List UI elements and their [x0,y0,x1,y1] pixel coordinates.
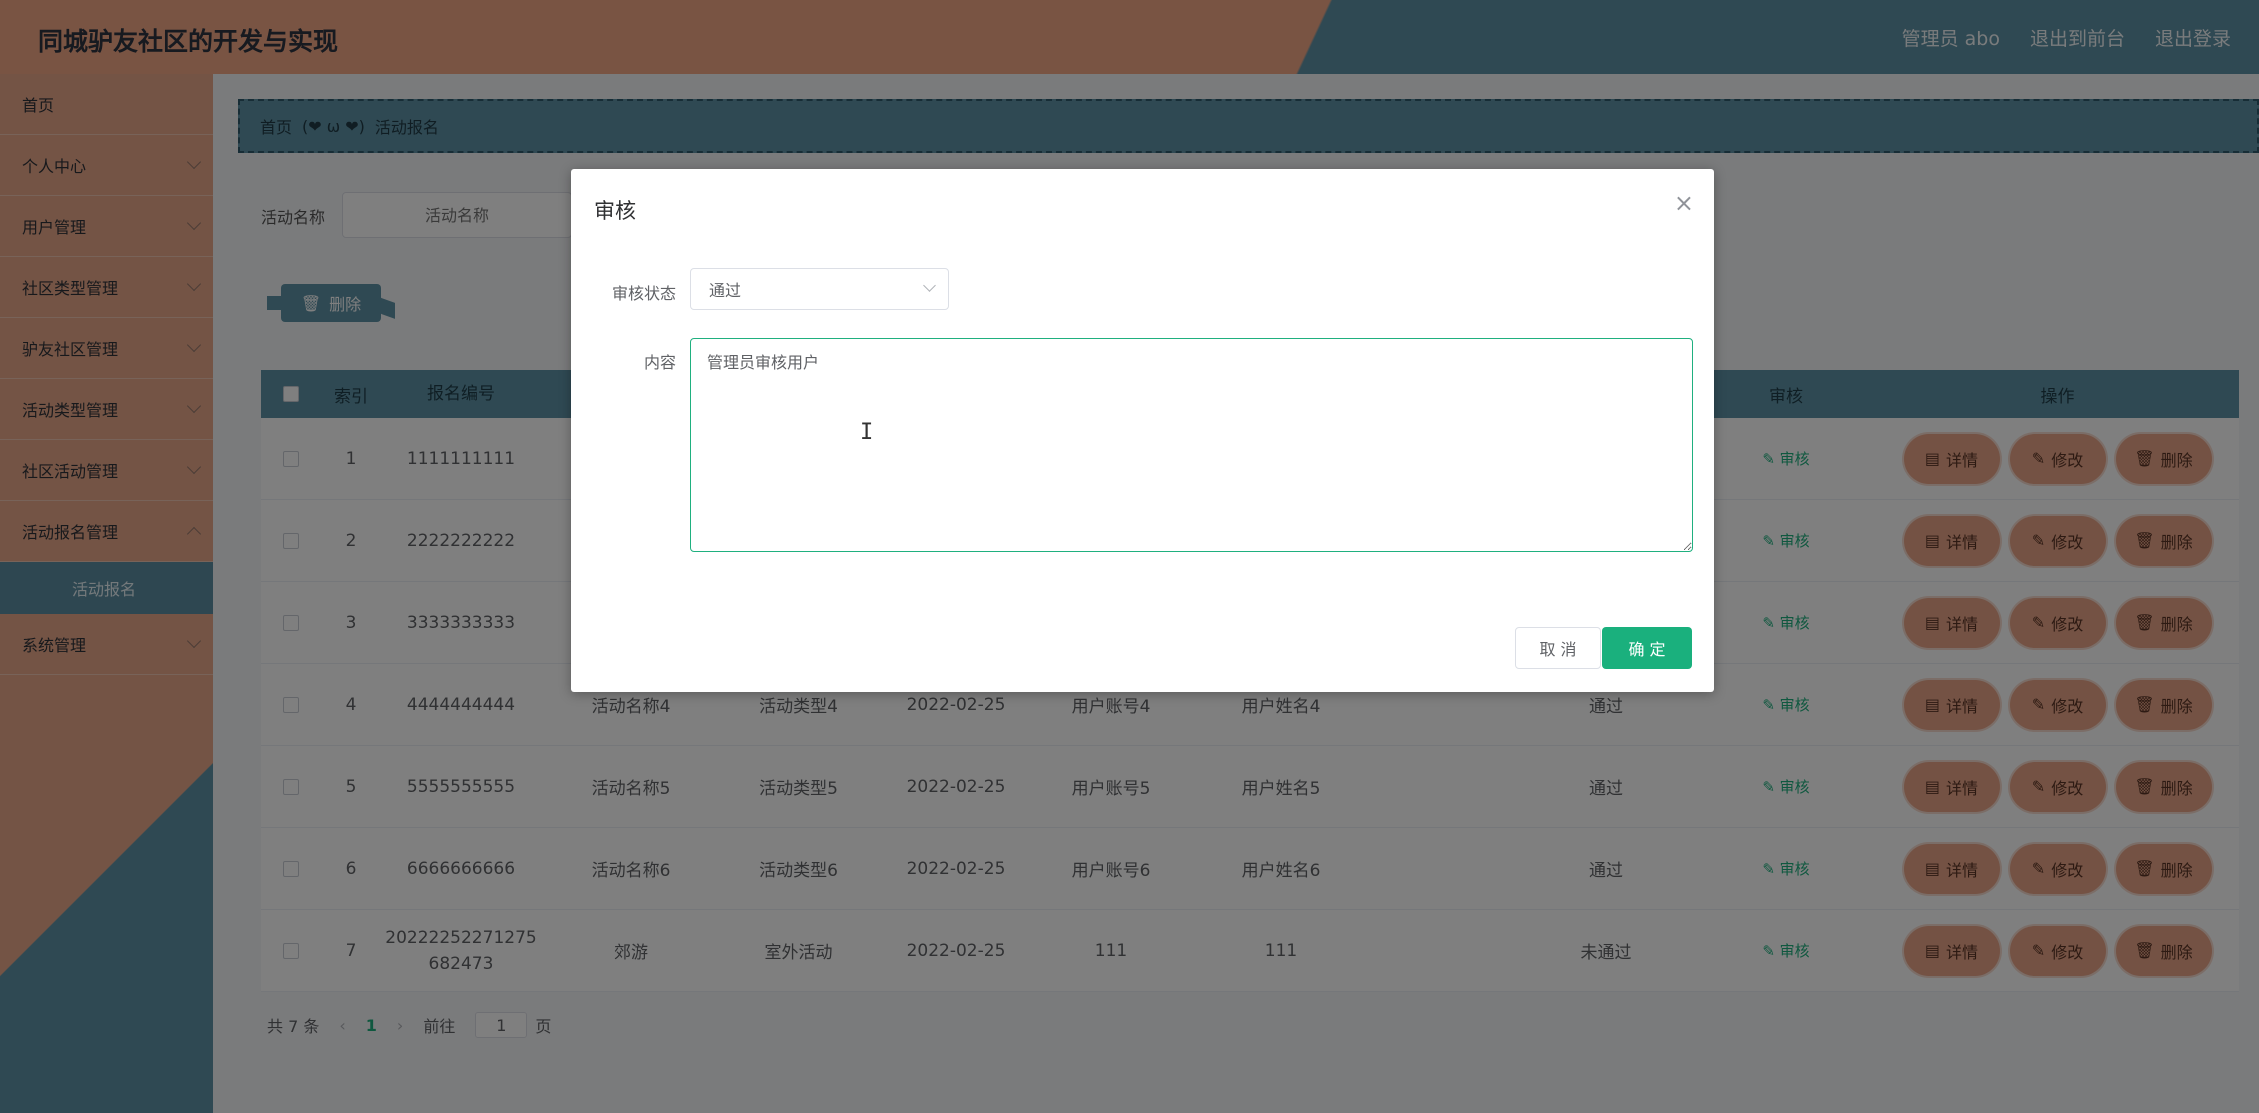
cancel-button[interactable]: 取 消 [1515,627,1601,669]
audit-dialog: 审核 × 审核状态 通过 内容 管理员审核用户 I 取 消 确 定 [571,169,1714,692]
content-textarea[interactable]: 管理员审核用户 [690,338,1693,552]
audit-status-label: 审核状态 [611,284,676,303]
content-label: 内容 [643,353,676,372]
audit-status-value: 通过 [709,281,742,300]
confirm-button[interactable]: 确 定 [1602,627,1692,669]
audit-status-select[interactable]: 通过 [690,268,949,310]
dialog-title: 审核 [594,199,636,223]
chevron-down-icon [923,279,936,292]
text-cursor-icon: I [860,420,874,445]
close-icon[interactable]: × [1674,189,1694,217]
